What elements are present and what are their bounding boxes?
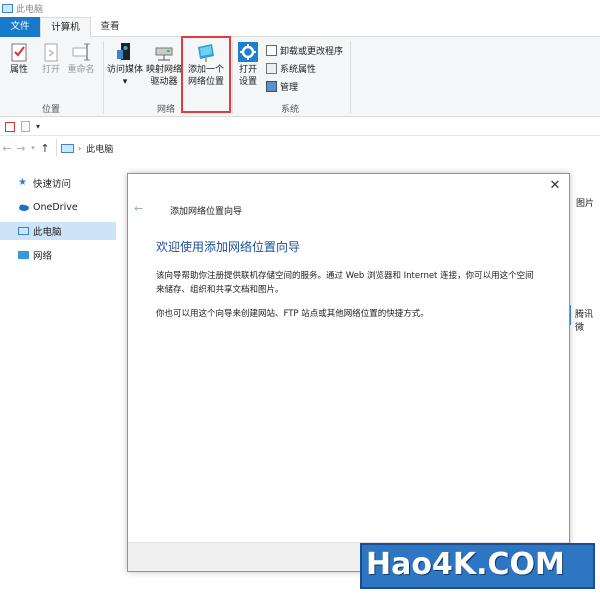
- ribbon-tabs: 文件 计算机 查看: [0, 17, 600, 38]
- uninstall-programs-button[interactable]: 卸载或更改程序: [266, 43, 343, 57]
- network-icon: [18, 251, 29, 259]
- address-path[interactable]: › 此电脑: [56, 139, 113, 157]
- system-properties-icon: [266, 62, 277, 74]
- open-settings-button[interactable]: 打开 设置: [235, 41, 261, 88]
- tab-file[interactable]: 文件: [0, 17, 40, 37]
- chevron-right-icon: ›: [78, 143, 82, 153]
- programs-icon: [266, 44, 277, 56]
- ribbon-separator: [103, 41, 104, 113]
- title-bar: 此电脑: [0, 0, 600, 17]
- manage-icon: [266, 80, 277, 92]
- group-label-system: 系统: [281, 105, 300, 115]
- up-arrow-icon[interactable]: ↑: [38, 142, 52, 155]
- computer-icon: [61, 143, 74, 153]
- group-label-network: 网络: [157, 105, 176, 115]
- address-path-label: 此电脑: [86, 144, 114, 155]
- tab-view[interactable]: 查看: [91, 17, 129, 37]
- folder-label-pictures[interactable]: 图片: [576, 196, 594, 209]
- ribbon: 属性 打开 重命名 位置 访问媒体 ▾ 映射网络 驱动器 添加一个 网络位置 网…: [0, 37, 600, 117]
- recent-dropdown-icon[interactable]: ▾: [28, 144, 38, 152]
- open-button[interactable]: 打开: [38, 41, 64, 76]
- gear-icon: [237, 41, 259, 63]
- address-bar: ← → ▾ ↑ › 此电脑: [0, 137, 600, 159]
- rename-icon: [70, 41, 92, 63]
- add-network-location-wizard: ✕ ← 添加网络位置向导 欢迎使用添加网络位置向导 该向导帮助你注册提供联机存储…: [127, 173, 570, 572]
- close-icon[interactable]: ✕: [547, 178, 563, 194]
- highlight-box: [181, 36, 231, 113]
- ribbon-separator: [232, 41, 233, 113]
- checkmark-icon[interactable]: [5, 121, 15, 132]
- dialog-heading: 欢迎使用添加网络位置向导: [156, 240, 301, 254]
- computer-icon: [2, 4, 13, 13]
- dialog-title: 添加网络位置向导: [170, 207, 243, 217]
- properties-button[interactable]: 属性: [6, 41, 32, 76]
- nav-item-quick-access[interactable]: ★ 快速访问: [0, 174, 116, 192]
- watermark-text: Hao4K.COM: [366, 547, 565, 582]
- rename-button[interactable]: 重命名: [66, 41, 96, 76]
- map-network-drive-button[interactable]: 映射网络 驱动器: [146, 41, 182, 88]
- forward-arrow-icon[interactable]: →: [14, 142, 28, 155]
- nav-item-this-pc[interactable]: 此电脑: [0, 222, 116, 240]
- watermark-logo: Hao4K.COM: [360, 543, 600, 590]
- quick-access-toolbar: ▾: [0, 118, 600, 136]
- back-arrow-icon[interactable]: ←: [0, 142, 14, 155]
- manage-button[interactable]: 管理: [266, 79, 298, 93]
- network-drive-icon: [153, 41, 175, 63]
- system-properties-button[interactable]: 系统属性: [266, 61, 316, 75]
- properties-icon: [8, 41, 30, 63]
- group-label-location: 位置: [42, 105, 61, 115]
- nav-item-network[interactable]: 网络: [0, 246, 116, 264]
- dialog-description-secondary: 你也可以用这个向导来创建网站、FTP 站点或其他网络位置的快捷方式。: [156, 309, 429, 319]
- tab-computer[interactable]: 计算机: [40, 17, 91, 38]
- computer-icon: [18, 227, 29, 235]
- dropdown-arrow-icon[interactable]: ▾: [36, 122, 40, 131]
- drive-label-tencent[interactable]: 腾讯微: [575, 307, 600, 333]
- navigation-pane: ★ 快速访问 OneDrive 此电脑 网络: [0, 165, 118, 593]
- dialog-description: 该向导帮助你注册提供联机存储空间的服务。通过 Web 浏览器和 Internet…: [156, 271, 534, 295]
- back-arrow-icon[interactable]: ←: [134, 202, 143, 215]
- media-icon: [114, 41, 136, 63]
- document-icon[interactable]: [21, 121, 30, 132]
- ribbon-separator: [350, 41, 351, 113]
- star-icon: ★: [18, 177, 27, 188]
- access-media-button[interactable]: 访问媒体 ▾: [106, 41, 144, 88]
- selection-edge: [570, 305, 571, 325]
- open-icon: [40, 41, 62, 63]
- cloud-icon: [18, 202, 29, 212]
- window-title: 此电脑: [16, 5, 44, 15]
- nav-item-onedrive[interactable]: OneDrive: [0, 198, 116, 216]
